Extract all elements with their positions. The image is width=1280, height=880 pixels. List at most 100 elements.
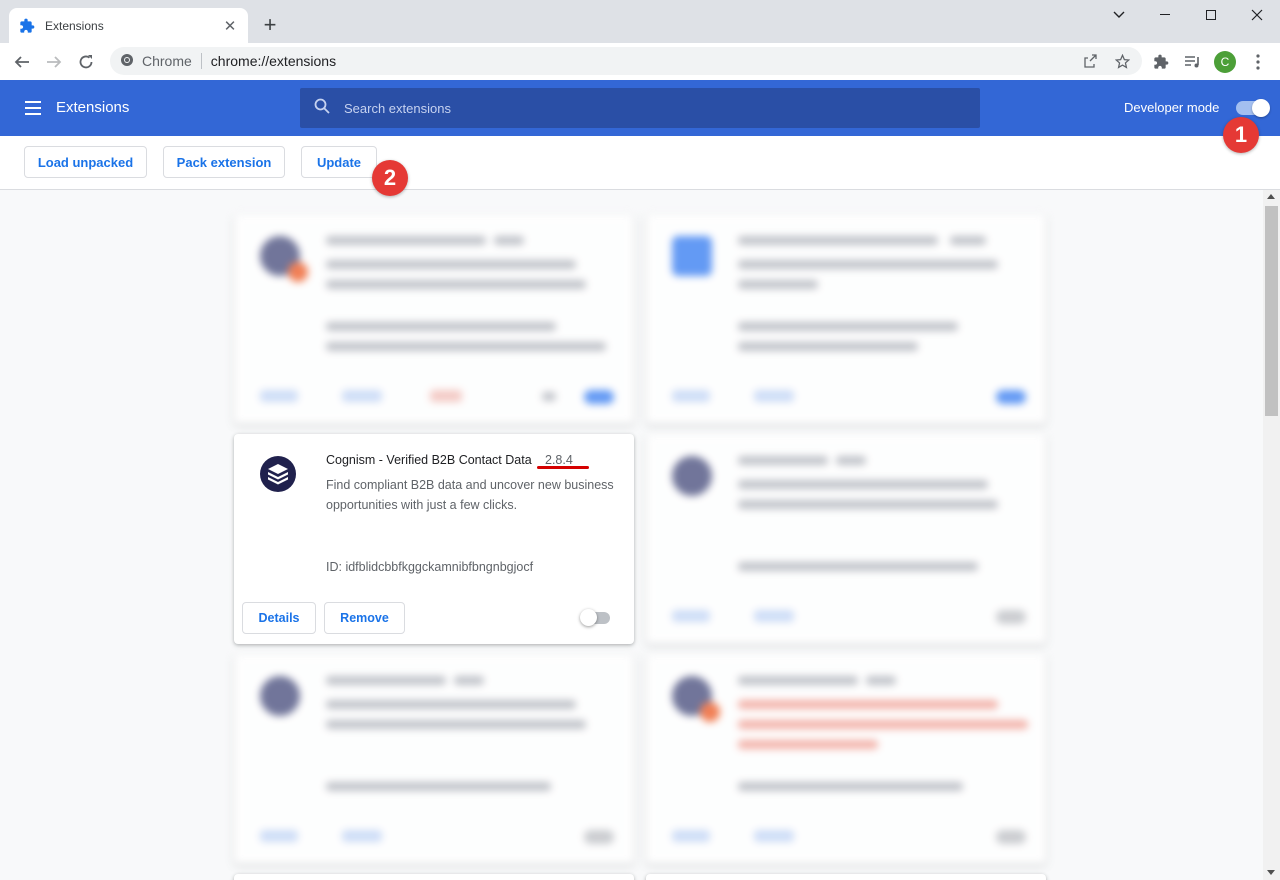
blurred-toggle — [996, 390, 1026, 404]
blurred-line — [866, 676, 896, 685]
version-highlight-underline — [537, 466, 589, 469]
blurred-line — [326, 676, 446, 685]
scroll-up-arrow-icon[interactable] — [1267, 194, 1275, 199]
maximize-icon[interactable] — [1188, 4, 1234, 26]
cognism-logo-icon — [260, 456, 296, 492]
blurred-line — [836, 456, 866, 465]
extension-card-blurred — [646, 434, 1046, 644]
blurred-line — [326, 342, 606, 351]
annotation-badge-2: 2 — [372, 160, 408, 196]
tab-title: Extensions — [45, 18, 104, 33]
blurred-logo-badge — [700, 702, 720, 722]
blurred-button — [754, 830, 794, 842]
address-bar[interactable]: Chrome chrome://extensions — [110, 47, 1142, 75]
blurred-error-line — [738, 720, 1028, 729]
extension-description: Find compliant B2B data and uncover new … — [326, 478, 614, 512]
blurred-line — [738, 260, 998, 269]
developer-mode-label: Developer mode — [1124, 100, 1220, 115]
blurred-button — [342, 830, 382, 842]
blurred-line — [542, 392, 556, 401]
blurred-line — [738, 562, 978, 571]
media-queue-icon[interactable] — [1182, 51, 1204, 73]
blurred-error-line — [738, 700, 998, 709]
remove-button[interactable]: Remove — [324, 602, 405, 634]
blurred-line — [738, 322, 958, 331]
extension-enable-toggle-knob — [580, 609, 597, 626]
omnibox-site-label: Chrome — [142, 53, 192, 69]
extension-card-blurred — [646, 214, 1046, 424]
blurred-logo — [672, 236, 712, 276]
page-title: Extensions — [56, 99, 130, 116]
minimize-icon[interactable] — [1142, 4, 1188, 26]
developer-mode-toggle-knob — [1252, 99, 1270, 117]
details-button[interactable]: Details — [242, 602, 316, 634]
extension-enable-toggle[interactable] — [580, 609, 612, 626]
extensions-puzzle-icon[interactable] — [1150, 51, 1172, 73]
blurred-line — [326, 782, 551, 791]
blurred-line — [326, 322, 556, 331]
pack-extension-button[interactable]: Pack extension — [163, 146, 285, 178]
load-unpacked-button[interactable]: Load unpacked — [24, 146, 147, 178]
omnibox-separator — [200, 53, 202, 69]
tab-strip: Extensions ✕ + — [0, 0, 1280, 43]
tab-extensions[interactable]: Extensions ✕ — [9, 8, 248, 43]
share-icon[interactable] — [1081, 52, 1099, 70]
menu-icon[interactable] — [24, 99, 42, 117]
blurred-button — [342, 390, 382, 402]
developer-mode-toggle[interactable] — [1236, 99, 1270, 117]
blurred-line — [950, 236, 986, 245]
blurred-logo — [260, 676, 300, 716]
search-icon — [314, 98, 330, 119]
blurred-line — [326, 260, 576, 269]
blurred-toggle — [996, 830, 1026, 844]
blurred-line — [326, 236, 486, 245]
puzzle-icon — [19, 18, 35, 34]
search-bar[interactable] — [300, 88, 980, 128]
more-vert-icon[interactable] — [1247, 51, 1269, 73]
tab-search-chevron-icon[interactable] — [1096, 4, 1142, 26]
back-arrow-icon[interactable] — [9, 49, 35, 75]
blurred-line — [326, 700, 576, 709]
blurred-line — [738, 676, 858, 685]
omnibox-url: chrome://extensions — [210, 53, 337, 69]
scroll-down-arrow-icon[interactable] — [1267, 870, 1275, 875]
blurred-button — [260, 390, 298, 402]
extension-card-partial — [234, 874, 634, 880]
search-input[interactable] — [344, 100, 944, 116]
blurred-button — [260, 830, 298, 842]
bookmark-star-icon[interactable] — [1113, 52, 1131, 70]
blurred-line — [738, 500, 998, 509]
blurred-line — [738, 782, 963, 791]
blurred-line — [738, 342, 918, 351]
blurred-line — [326, 720, 586, 729]
extensions-header: Extensions Developer mode — [0, 80, 1280, 136]
blurred-line — [326, 280, 586, 289]
blurred-logo-badge — [288, 262, 308, 282]
page-scrollbar[interactable] — [1263, 190, 1280, 880]
reload-icon[interactable] — [73, 49, 99, 75]
new-tab-button[interactable]: + — [258, 12, 282, 37]
update-button[interactable]: Update — [301, 146, 377, 178]
extension-name: Cognism - Verified B2B Contact Data — [326, 453, 532, 467]
developer-toolbar: Load unpacked Pack extension Update — [0, 136, 1280, 190]
blurred-button — [672, 610, 710, 622]
close-tab-icon[interactable]: ✕ — [222, 18, 238, 35]
profile-avatar[interactable]: C — [1214, 51, 1236, 73]
blurred-toggle — [996, 610, 1026, 624]
blurred-button — [672, 390, 710, 402]
blurred-line — [738, 280, 818, 289]
blurred-line — [738, 456, 828, 465]
blurred-button — [754, 610, 794, 622]
extension-card-partial — [646, 874, 1046, 880]
blurred-line — [454, 676, 484, 685]
extensions-list: Cognism - Verified B2B Contact Data 2.8.… — [0, 190, 1263, 880]
blurred-logo — [672, 456, 712, 496]
blurred-error-line — [738, 740, 878, 749]
scroll-thumb[interactable] — [1265, 206, 1278, 416]
blurred-line — [494, 236, 524, 245]
close-window-icon[interactable] — [1234, 4, 1280, 26]
extension-card-blurred — [234, 214, 634, 424]
forward-arrow-icon[interactable] — [41, 49, 67, 75]
chrome-logo-icon — [120, 53, 134, 70]
blurred-line — [738, 236, 938, 245]
